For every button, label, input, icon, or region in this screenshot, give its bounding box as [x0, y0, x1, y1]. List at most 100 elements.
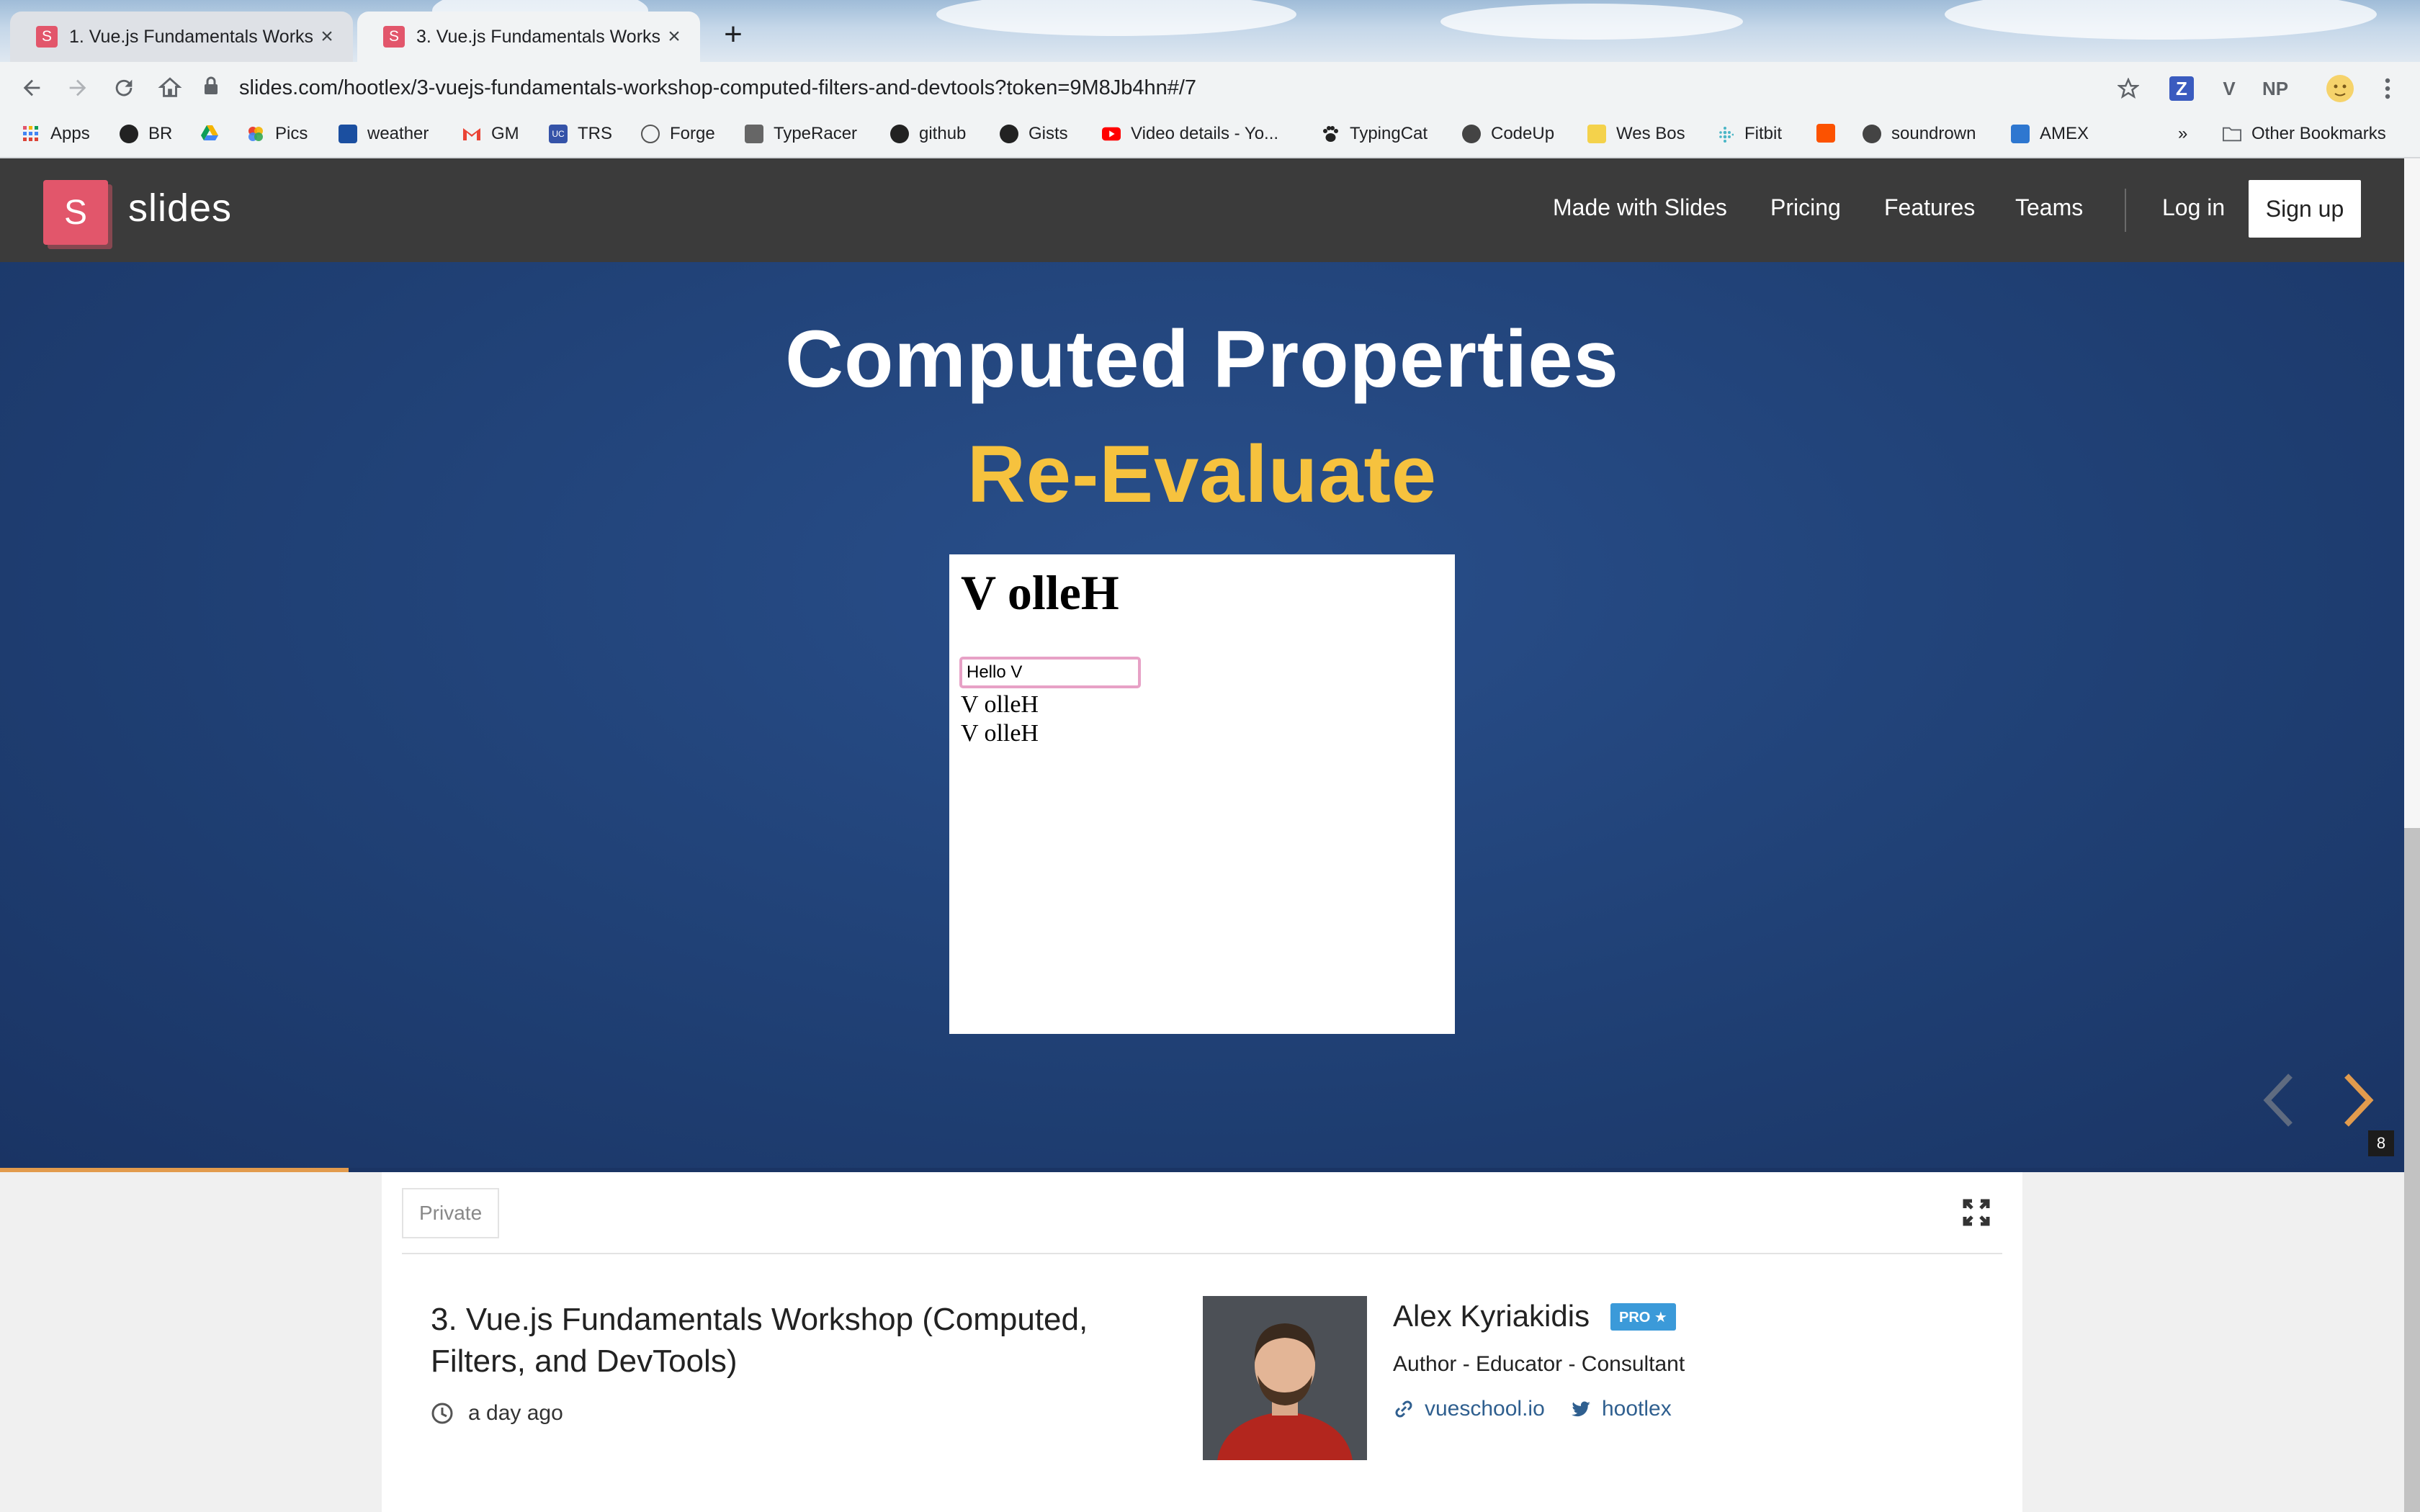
pro-badge: PRO ★	[1610, 1303, 1676, 1331]
github-icon	[120, 125, 138, 143]
author-role: Author - Educator - Consultant	[1393, 1352, 1685, 1376]
bookmarks-bar: Apps BR Pics weather GM UC TRS Forge Typ…	[0, 114, 2420, 158]
profile-avatar-icon[interactable]	[2325, 73, 2355, 104]
author-website-link[interactable]: vueschool.io	[1393, 1397, 1545, 1421]
close-tab-icon[interactable]: ×	[661, 24, 687, 49]
vimeo-extension-icon[interactable]: V	[2214, 73, 2244, 104]
bookmark-trs[interactable]: UC TRS	[549, 124, 612, 144]
bookmark-pics[interactable]: Pics	[246, 124, 308, 144]
reload-icon[interactable]	[101, 65, 147, 111]
address-bar[interactable]: slides.com/hootlex/3-vuejs-fundamentals-…	[203, 68, 2148, 108]
signup-button[interactable]: Sign up	[2249, 180, 2361, 238]
weather-icon	[339, 125, 357, 143]
deck-time-text: a day ago	[468, 1401, 563, 1425]
demo-output-line: V olleH	[961, 691, 1039, 718]
more-bookmarks-button[interactable]: »	[2178, 124, 2187, 144]
browser-menu-icon[interactable]	[2372, 73, 2403, 104]
tab-title: 1. Vue.js Fundamentals Workshop (Compute…	[69, 26, 314, 47]
author-avatar[interactable]	[1203, 1296, 1367, 1460]
browser-toolbar: slides.com/hootlex/3-vuejs-fundamentals-…	[0, 62, 2420, 114]
fitbit-icon	[1716, 125, 1734, 143]
nav-pricing[interactable]: Pricing	[1770, 194, 1841, 221]
browser-tab-strip: S 1. Vue.js Fundamentals Workshop (Compu…	[0, 0, 2420, 62]
bookmark-star-icon[interactable]	[2113, 73, 2143, 104]
github-icon	[890, 125, 909, 143]
globe-icon	[1863, 125, 1881, 143]
zotero-extension-icon[interactable]: Z	[2169, 76, 2194, 101]
bookmark-gists[interactable]: Gists	[1000, 124, 1068, 144]
forward-arrow-icon[interactable]	[55, 65, 101, 111]
folder-icon	[2223, 125, 2241, 143]
demo-text-input[interactable]	[959, 657, 1141, 688]
browser-tab-1[interactable]: S 1. Vue.js Fundamentals Workshop (Compu…	[10, 12, 353, 62]
np-extension-icon[interactable]: NP	[2260, 73, 2290, 104]
home-icon[interactable]	[147, 65, 193, 111]
page-scrollbar-thumb[interactable]	[2404, 828, 2420, 1512]
sky-cloud	[936, 0, 1296, 36]
sky-cloud	[1440, 4, 1743, 40]
bookmark-github[interactable]: github	[890, 124, 966, 144]
bookmark-typingcat[interactable]: TypingCat	[1321, 124, 1428, 144]
slide-progress-fill	[0, 1168, 349, 1172]
deck-timestamp: a day ago	[431, 1401, 563, 1426]
slide-stage: Computed Properties Re-Evaluate V olleH …	[0, 262, 2404, 1172]
demo-heading: V olleH	[961, 565, 1119, 620]
bookmark-br[interactable]: BR	[120, 124, 172, 144]
bookmark-codeup[interactable]: CodeUp	[1462, 124, 1554, 144]
google-drive-icon	[200, 124, 219, 143]
nav-made-with-slides[interactable]: Made with Slides	[1553, 194, 1727, 221]
bookmark-amex[interactable]: AMEX	[2011, 124, 2089, 144]
youtube-icon	[1102, 125, 1121, 143]
deck-info-panel: Private 3. Vue.js Fundamentals Workshop …	[382, 1172, 2022, 1512]
nav-divider	[2125, 189, 2126, 232]
browser-tab-2[interactable]: S 3. Vue.js Fundamentals Workshop (Compu…	[357, 12, 700, 62]
author-twitter-link[interactable]: hootlex	[1570, 1397, 1672, 1421]
typeracer-icon	[745, 125, 763, 143]
amex-icon	[2011, 125, 2030, 143]
slides-logo-icon[interactable]: S	[43, 180, 108, 245]
visibility-badge: Private	[402, 1188, 500, 1238]
slide-title: Computed Properties	[785, 314, 1619, 404]
slides-logo-text[interactable]: slides	[128, 186, 232, 230]
slides-favicon-icon: S	[383, 26, 405, 48]
author-name[interactable]: Alex Kyriakidis	[1393, 1299, 1590, 1333]
bookmark-apps[interactable]: Apps	[22, 124, 90, 144]
slide-subtitle: Re-Evaluate	[967, 429, 1438, 519]
strava-icon	[1816, 124, 1835, 143]
back-arrow-icon[interactable]	[9, 65, 55, 111]
bookmark-wes-bos[interactable]: Wes Bos	[1587, 124, 1685, 144]
clock-icon	[431, 1403, 453, 1424]
bookmark-soundrown[interactable]: soundrown	[1863, 124, 1976, 144]
bookmark-weather[interactable]: weather	[339, 124, 429, 144]
demo-output-line: V olleH	[961, 720, 1039, 747]
lock-icon	[203, 76, 225, 100]
tab-title: 3. Vue.js Fundamentals Workshop (Compute…	[416, 26, 661, 47]
nav-teams[interactable]: Teams	[2015, 194, 2083, 221]
bookmark-fitbit[interactable]: Fitbit	[1716, 124, 1782, 144]
url-text: slides.com/hootlex/3-vuejs-fundamentals-…	[239, 76, 1197, 99]
new-tab-button[interactable]: +	[716, 19, 750, 53]
login-link[interactable]: Log in	[2162, 194, 2225, 221]
bookmark-video-details[interactable]: Video details - Yo...	[1102, 124, 1278, 144]
link-icon	[1395, 1400, 1412, 1418]
twitter-icon	[1572, 1401, 1590, 1417]
close-tab-icon[interactable]: ×	[314, 24, 340, 49]
prev-slide-arrow-icon[interactable]	[2260, 1071, 2296, 1140]
bookmark-drive[interactable]	[200, 124, 229, 143]
site-header: S slides Made with Slides Pricing Featur…	[0, 158, 2404, 262]
bookmark-gm[interactable]: GM	[462, 124, 519, 144]
deck-title: 3. Vue.js Fundamentals Workshop (Compute…	[431, 1302, 1088, 1379]
other-bookmarks-folder[interactable]: Other Bookmarks	[2223, 124, 2386, 144]
demo-iframe: V olleH V olleH V olleH	[949, 554, 1455, 1034]
trs-icon: UC	[549, 125, 568, 143]
fullscreen-icon[interactable]	[1956, 1192, 1996, 1233]
paw-icon	[1321, 125, 1340, 143]
bookmark-strava[interactable]	[1816, 124, 1845, 143]
slides-favicon-icon: S	[36, 26, 58, 48]
bookmark-forge[interactable]: Forge	[641, 124, 715, 144]
bookmark-typeracer[interactable]: TypeRacer	[745, 124, 857, 144]
github-icon	[1000, 125, 1018, 143]
google-photos-icon	[246, 125, 265, 143]
apps-grid-icon	[22, 125, 40, 143]
nav-features[interactable]: Features	[1884, 194, 1975, 221]
